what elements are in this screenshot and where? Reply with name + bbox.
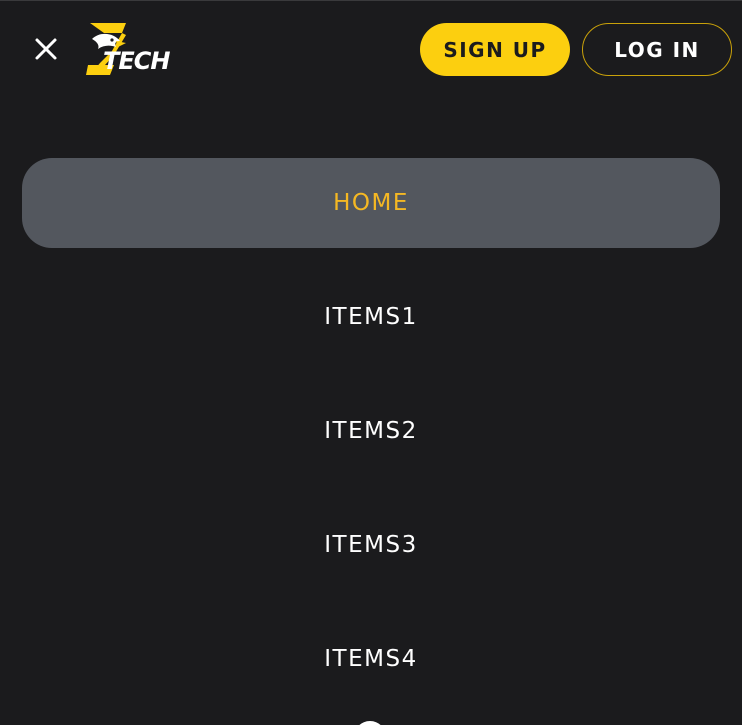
menu-item-items3[interactable]: ITEMS3 [22,500,720,590]
sign-up-button[interactable]: SIGN UP [420,23,570,76]
mobile-menu-page: TECH SIGN UP LOG IN HOME ITEMS1 ITEMS2 I… [0,0,742,725]
log-in-button[interactable]: LOG IN [582,23,732,76]
menu-item-items4[interactable]: ITEMS4 [22,614,720,704]
nav-menu: HOME ITEMS1 ITEMS2 ITEMS3 ITEMS4 [22,158,720,725]
logo-wordmark: TECH [103,47,170,75]
logo[interactable]: TECH [86,21,186,79]
menu-item-items2[interactable]: ITEMS2 [22,386,720,476]
menu-item-home[interactable]: HOME [22,158,720,248]
close-icon [35,38,57,60]
menu-item-items1[interactable]: ITEMS1 [22,272,720,362]
close-menu-button[interactable] [30,33,62,65]
